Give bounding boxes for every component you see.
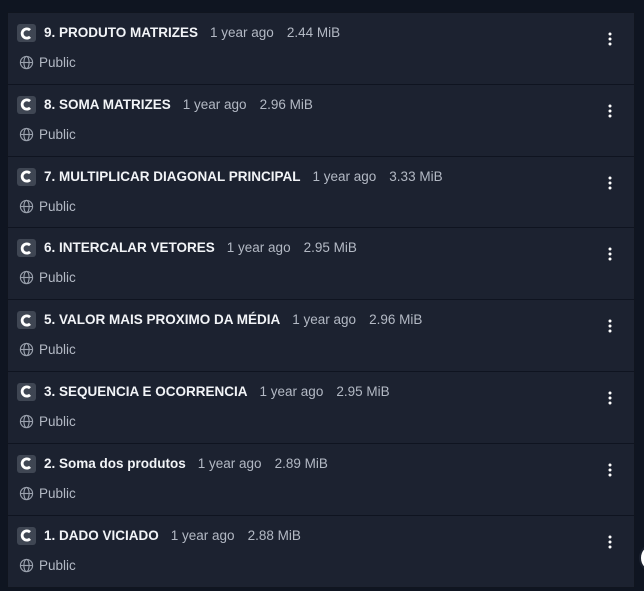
- repo-updated: 1 year ago: [197, 455, 262, 471]
- kebab-menu-icon[interactable]: [602, 30, 618, 48]
- globe-icon: [19, 343, 34, 357]
- visibility-label: Public: [39, 485, 76, 501]
- repo-updated: 1 year ago: [312, 168, 377, 184]
- repo-size: 2.89 MiB: [274, 455, 328, 471]
- repo-item[interactable]: 9. PRODUTO MATRIZES 1 year ago 2.44 MiB …: [8, 13, 634, 85]
- globe-icon: [19, 55, 34, 70]
- globe-icon: [19, 127, 34, 141]
- kebab-menu-icon[interactable]: [602, 102, 618, 120]
- repo-updated: 1 year ago: [210, 25, 274, 40]
- repo-size: 2.95 MiB: [336, 383, 390, 399]
- c-language-icon: [17, 454, 36, 473]
- repo-updated: 1 year ago: [259, 383, 324, 399]
- visibility-label: Public: [39, 55, 76, 70]
- repo-item[interactable]: 3. SEQUENCIA E OCORRENCIA 1 year ago 2.9…: [8, 372, 634, 444]
- c-language-icon: [17, 526, 36, 545]
- c-language-icon: [17, 167, 36, 186]
- repo-name[interactable]: 3. SEQUENCIA E OCORRENCIA: [44, 384, 248, 399]
- repo-updated: 1 year ago: [170, 527, 235, 543]
- repo-updated: 1 year ago: [182, 96, 247, 112]
- repository-list: 9. PRODUTO MATRIZES 1 year ago 2.44 MiB …: [7, 12, 635, 589]
- kebab-menu-icon[interactable]: [602, 533, 618, 551]
- repo-size: 2.95 MiB: [303, 240, 357, 256]
- repo-name[interactable]: 1. DADO VICIADO: [44, 528, 159, 543]
- repo-size: 2.96 MiB: [369, 312, 423, 328]
- globe-icon: [19, 486, 34, 500]
- kebab-menu-icon[interactable]: [602, 245, 618, 263]
- floating-action-button[interactable]: [639, 543, 644, 573]
- repo-updated: 1 year ago: [292, 312, 357, 328]
- globe-icon: [19, 271, 34, 285]
- repo-name[interactable]: 8. SOMA MATRIZES: [44, 97, 171, 112]
- c-language-icon: [17, 95, 36, 114]
- repo-item[interactable]: 8. SOMA MATRIZES 1 year ago 2.96 MiB Pub…: [8, 85, 634, 157]
- kebab-menu-icon[interactable]: [602, 317, 618, 335]
- visibility-label: Public: [39, 270, 76, 286]
- repo-updated: 1 year ago: [226, 240, 291, 256]
- globe-icon: [19, 199, 34, 213]
- repo-size: 2.88 MiB: [247, 527, 301, 543]
- c-language-icon: [17, 239, 36, 258]
- repo-name[interactable]: 6. INTERCALAR VETORES: [44, 240, 215, 255]
- visibility-label: Public: [39, 413, 76, 429]
- repo-item[interactable]: 7. MULTIPLICAR DIAGONAL PRINCIPAL 1 year…: [8, 157, 634, 229]
- visibility-label: Public: [39, 126, 76, 142]
- c-language-icon: [17, 311, 36, 330]
- kebab-menu-icon[interactable]: [602, 389, 618, 407]
- kebab-menu-icon[interactable]: [602, 461, 618, 479]
- c-language-icon: [17, 382, 36, 401]
- repo-size: 2.96 MiB: [259, 96, 313, 112]
- visibility-label: Public: [39, 557, 76, 573]
- repo-name[interactable]: 9. PRODUTO MATRIZES: [44, 25, 198, 40]
- repo-name[interactable]: 5. VALOR MAIS PROXIMO DA MÉDIA: [44, 312, 280, 327]
- repo-item[interactable]: 5. VALOR MAIS PROXIMO DA MÉDIA 1 year ag…: [8, 300, 634, 372]
- globe-icon: [19, 558, 34, 572]
- visibility-label: Public: [39, 342, 76, 358]
- repo-name[interactable]: 7. MULTIPLICAR DIAGONAL PRINCIPAL: [44, 169, 301, 184]
- repo-item[interactable]: 6. INTERCALAR VETORES 1 year ago 2.95 Mi…: [8, 228, 634, 301]
- globe-icon: [19, 414, 34, 429]
- repo-size: 2.44 MiB: [286, 25, 341, 40]
- c-language-icon: [17, 24, 36, 42]
- repo-item[interactable]: 2. Soma dos produtos 1 year ago 2.89 MiB…: [8, 444, 634, 516]
- visibility-label: Public: [39, 198, 76, 214]
- repo-size: 3.33 MiB: [389, 168, 443, 184]
- repo-name[interactable]: 2. Soma dos produtos: [44, 456, 186, 471]
- repo-item[interactable]: 1. DADO VICIADO 1 year ago 2.88 MiB Publ…: [8, 516, 634, 588]
- kebab-menu-icon[interactable]: [602, 174, 618, 192]
